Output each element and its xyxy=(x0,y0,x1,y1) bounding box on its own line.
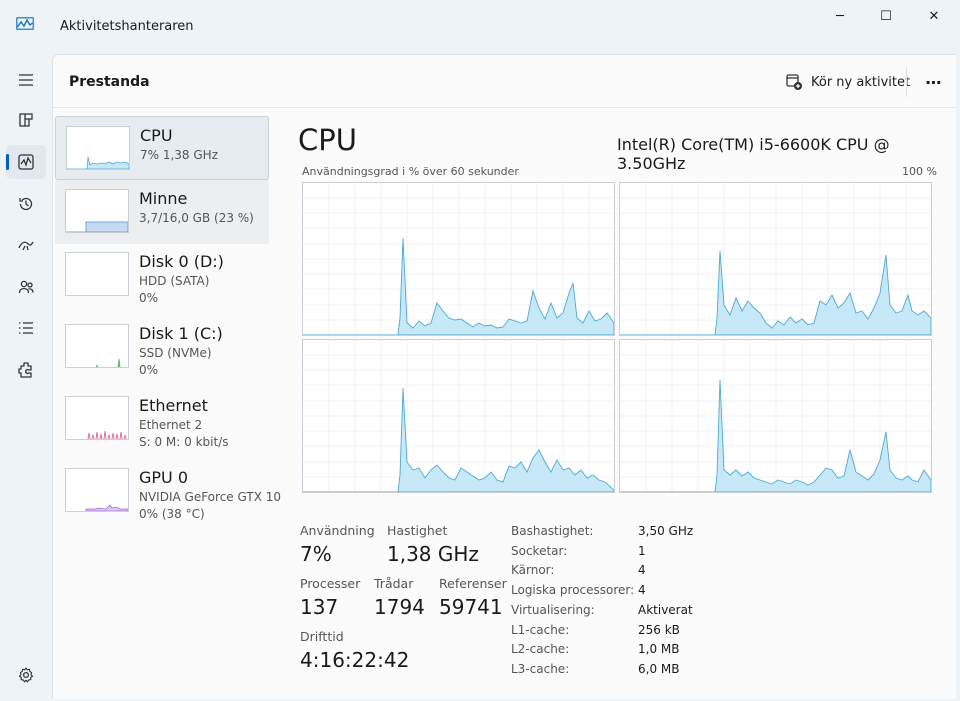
resource-name: GPU 0 xyxy=(139,468,189,487)
resource-name: Minne xyxy=(139,189,188,208)
resource-name: Disk 0 (D:) xyxy=(139,252,224,271)
minimize-button[interactable]: ─ xyxy=(818,4,862,28)
speed-value: 1,38 GHz xyxy=(387,542,479,566)
details-title: CPU xyxy=(298,123,357,157)
spec-value: Aktiverat xyxy=(638,603,693,617)
nav-details[interactable] xyxy=(6,311,46,345)
spec-value: 1 xyxy=(638,544,646,558)
spec-value: 6,0 MB xyxy=(638,662,680,676)
resource-item-memory[interactable]: Minne 3,7/16,0 GB (23 %) xyxy=(55,180,269,244)
resource-detail: 7% 1,38 GHz xyxy=(140,148,219,162)
run-new-task-label: Kör ny aktivitet xyxy=(811,74,911,90)
ethernet-thumbnail xyxy=(65,396,129,440)
nav-performance[interactable] xyxy=(6,145,46,179)
disk-1-thumbnail xyxy=(65,324,129,368)
resource-item-disk-0[interactable]: Disk 0 (D:) HDD (SATA) 0% xyxy=(55,243,269,307)
speed-label: Hastighet xyxy=(387,523,448,538)
handles-value: 59741 xyxy=(439,595,503,619)
run-new-task-icon xyxy=(786,74,802,90)
nav-app-history[interactable] xyxy=(6,187,46,221)
performance-icon xyxy=(18,154,34,170)
nav-services[interactable] xyxy=(6,353,46,387)
close-button[interactable]: ✕ xyxy=(912,4,956,28)
resource-detail: HDD (SATA) xyxy=(139,274,210,288)
disk-0-thumbnail xyxy=(65,252,129,296)
spec-label: Socketar: xyxy=(511,544,568,558)
threads-value: 1794 xyxy=(374,595,425,619)
handles-label: Referenser xyxy=(439,576,507,591)
resource-name: Ethernet xyxy=(139,396,208,415)
app-history-icon xyxy=(19,197,33,211)
title-bar: Aktivitetshanteraren ─ ☐ ✕ xyxy=(0,0,960,54)
spec-label: Virtualisering: xyxy=(511,603,595,617)
resource-usage: 0% (38 °C) xyxy=(139,507,205,521)
spec-label: L1-cache: xyxy=(511,623,570,637)
main-panel: Prestanda Kör ny aktivitet ⋯ CPU 7% 1,38… xyxy=(52,54,957,699)
spec-label: Logiska processorer: xyxy=(511,583,635,597)
page-title: Prestanda xyxy=(69,74,150,90)
run-new-task-button[interactable]: Kör ny aktivitet xyxy=(779,69,916,95)
memory-thumbnail xyxy=(65,189,129,233)
resource-item-cpu[interactable]: CPU 7% 1,38 GHz xyxy=(55,116,269,180)
menu-button[interactable] xyxy=(6,63,46,97)
usage-label: Användning xyxy=(300,523,375,538)
spec-value: 256 kB xyxy=(638,623,680,637)
resource-item-ethernet[interactable]: Ethernet Ethernet 2 S: 0 M: 0 kbit/s xyxy=(55,387,269,451)
maximize-button[interactable]: ☐ xyxy=(864,4,908,28)
gpu-0-thumbnail xyxy=(65,468,129,512)
spec-label: L2-cache: xyxy=(511,642,570,656)
resource-usage: S: 0 M: 0 kbit/s xyxy=(139,435,229,449)
nav-settings[interactable] xyxy=(6,658,46,692)
resource-usage: 0% xyxy=(139,291,159,305)
header-separator xyxy=(53,107,957,108)
settings-icon xyxy=(18,667,34,683)
cpu-core-graph-1 xyxy=(619,182,932,336)
resource-detail: Ethernet 2 xyxy=(139,418,203,432)
startup-apps-icon xyxy=(18,241,34,251)
resource-item-disk-1[interactable]: Disk 1 (C:) SSD (NVMe) 0% xyxy=(55,315,269,379)
services-icon xyxy=(18,362,32,378)
cpu-core-graph-3 xyxy=(619,339,932,493)
spec-value: 3,50 GHz xyxy=(638,524,694,538)
spec-value: 4 xyxy=(638,563,646,577)
resource-usage: 0% xyxy=(139,363,159,377)
nav-processes[interactable] xyxy=(6,103,46,137)
processes-value: 137 xyxy=(300,595,339,619)
toolbar-divider xyxy=(906,67,907,97)
spec-value: 1,0 MB xyxy=(638,642,680,656)
uptime-value: 4:16:22:42 xyxy=(300,648,410,672)
task-manager-icon xyxy=(16,17,34,30)
uptime-label: Drifttid xyxy=(300,629,344,644)
users-icon xyxy=(18,280,34,294)
cpu-core-graph-2 xyxy=(302,339,615,493)
graph-max-label: 100 % xyxy=(902,165,937,178)
hamburger-icon xyxy=(19,74,33,86)
resource-detail: 3,7/16,0 GB (23 %) xyxy=(139,211,254,225)
navigation-rail xyxy=(0,54,52,701)
threads-label: Trådar xyxy=(374,576,414,591)
resource-name: CPU xyxy=(140,126,173,145)
usage-value: 7% xyxy=(300,542,332,566)
nav-users[interactable] xyxy=(6,270,46,304)
nav-startup-apps[interactable] xyxy=(6,228,46,262)
spec-label: Bashastighet: xyxy=(511,524,594,538)
cpu-thumbnail xyxy=(66,126,130,170)
resource-item-gpu-0[interactable]: GPU 0 NVIDIA GeForce GTX 10 0% (38 °C) xyxy=(55,459,281,523)
more-options-button[interactable]: ⋯ xyxy=(921,69,947,95)
resource-name: Disk 1 (C:) xyxy=(139,324,223,343)
resource-detail: SSD (NVMe) xyxy=(139,346,212,360)
cpu-core-graph-0 xyxy=(302,182,615,336)
resource-detail: NVIDIA GeForce GTX 10 xyxy=(139,490,281,504)
spec-label: L3-cache: xyxy=(511,662,570,676)
window-title: Aktivitetshanteraren xyxy=(60,19,194,34)
spec-label: Kärnor: xyxy=(511,563,555,577)
processes-label: Processer xyxy=(300,576,361,591)
processes-icon xyxy=(19,113,33,127)
spec-value: 4 xyxy=(638,583,646,597)
graph-caption: Användningsgrad i % över 60 sekunder xyxy=(302,165,519,178)
details-icon xyxy=(19,322,33,334)
